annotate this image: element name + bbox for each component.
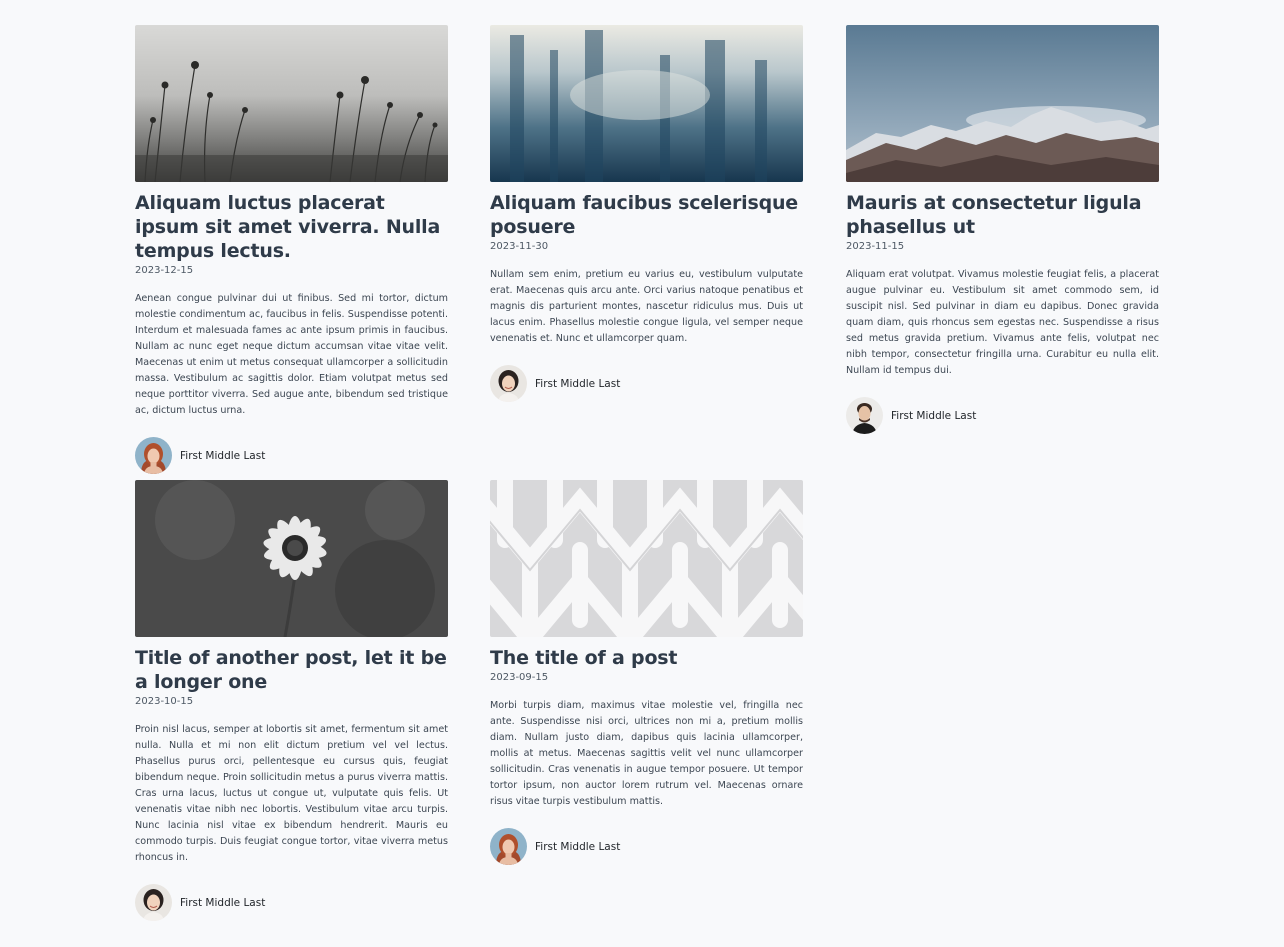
author-avatar bbox=[490, 828, 527, 865]
post-author[interactable]: First Middle Last bbox=[490, 365, 803, 402]
author-avatar bbox=[846, 397, 883, 434]
post-title[interactable]: Title of another post, let it be a longe… bbox=[135, 646, 448, 694]
author-avatar bbox=[490, 365, 527, 402]
post-date: 2023-10-15 bbox=[135, 696, 194, 707]
post-image-white-weave-pattern[interactable] bbox=[490, 480, 803, 637]
author-name: First Middle Last bbox=[535, 840, 621, 853]
post-image-dandelion-field[interactable] bbox=[135, 25, 448, 182]
post-image-mountain-range[interactable] bbox=[846, 25, 1159, 182]
post-date: 2023-11-15 bbox=[846, 241, 905, 252]
post-card: Mauris at consectetur ligula phasellus u… bbox=[846, 25, 1159, 434]
author-name: First Middle Last bbox=[180, 449, 266, 462]
post-author[interactable]: First Middle Last bbox=[135, 437, 448, 474]
post-excerpt: Proin nisl lacus, semper at lobortis sit… bbox=[135, 724, 448, 863]
post-author[interactable]: First Middle Last bbox=[135, 884, 448, 921]
post-date: 2023-09-15 bbox=[490, 672, 549, 683]
post-excerpt: Morbi turpis diam, maximus vitae molesti… bbox=[490, 700, 803, 807]
author-name: First Middle Last bbox=[535, 377, 621, 390]
post-title[interactable]: Mauris at consectetur ligula phasellus u… bbox=[846, 191, 1159, 239]
post-title[interactable]: Aliquam luctus placerat ipsum sit amet v… bbox=[135, 191, 448, 263]
author-name: First Middle Last bbox=[180, 896, 266, 909]
post-card: Title of another post, let it be a longe… bbox=[135, 480, 448, 921]
post-excerpt: Aliquam erat volutpat. Vivamus molestie … bbox=[846, 269, 1159, 376]
post-card: The title of a post 2023-09-15 Morbi tur… bbox=[490, 480, 803, 865]
author-name: First Middle Last bbox=[891, 409, 977, 422]
author-avatar bbox=[135, 884, 172, 921]
post-image-daisy-flower[interactable] bbox=[135, 480, 448, 637]
post-author[interactable]: First Middle Last bbox=[846, 397, 1159, 434]
author-avatar bbox=[135, 437, 172, 474]
post-title[interactable]: Aliquam faucibus scelerisque posuere bbox=[490, 191, 803, 239]
post-excerpt: Aenean congue pulvinar dui ut finibus. S… bbox=[135, 293, 448, 416]
post-image-blue-mist[interactable] bbox=[490, 25, 803, 182]
post-card: Aliquam faucibus scelerisque posuere 202… bbox=[490, 25, 803, 402]
post-card: Aliquam luctus placerat ipsum sit amet v… bbox=[135, 25, 448, 474]
post-date: 2023-12-15 bbox=[135, 265, 194, 276]
post-excerpt: Nullam sem enim, pretium eu varius eu, v… bbox=[490, 269, 803, 344]
post-title[interactable]: The title of a post bbox=[490, 646, 803, 670]
post-author[interactable]: First Middle Last bbox=[490, 828, 803, 865]
post-date: 2023-11-30 bbox=[490, 241, 549, 252]
